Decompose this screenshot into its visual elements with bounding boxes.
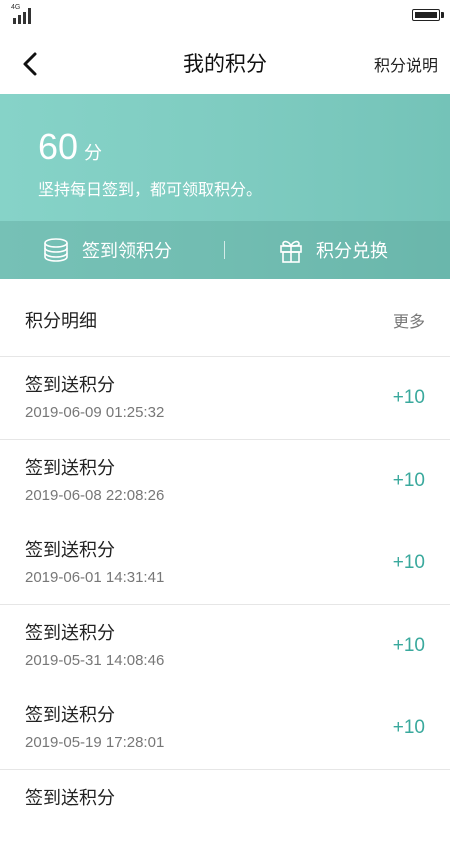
record-time: 2019-05-19 17:28:01 xyxy=(25,734,165,751)
points-help-link[interactable]: 积分说明 xyxy=(374,52,438,76)
points-exchange-button[interactable]: 积分兑换 xyxy=(278,221,388,279)
points-unit: 分 xyxy=(84,143,103,164)
points-tagline: 坚持每日签到，都可领取积分。 xyxy=(38,180,263,199)
record-title: 签到送积分 xyxy=(25,623,115,644)
signal-icon xyxy=(13,8,31,24)
record-title: 签到送积分 xyxy=(25,375,115,396)
record-amount: +10 xyxy=(392,552,425,573)
points-record-row[interactable]: 签到送积分 2019-05-19 17:28:01 +10 xyxy=(0,687,450,770)
record-amount: +10 xyxy=(392,470,425,491)
points-record-row[interactable]: 签到送积分 2019-06-09 01:25:32 +10 xyxy=(0,357,450,440)
points-exchange-label: 积分兑换 xyxy=(316,241,388,262)
record-time: 2019-06-09 01:25:32 xyxy=(25,404,165,421)
battery-tip xyxy=(441,12,444,18)
sign-in-points-label: 签到领积分 xyxy=(82,241,172,262)
record-amount: +10 xyxy=(392,387,425,408)
coins-stack-icon xyxy=(44,238,68,262)
record-title: 签到送积分 xyxy=(25,540,115,561)
points-actions: 签到领积分 积分兑换 xyxy=(0,221,450,279)
record-title: 签到送积分 xyxy=(25,788,115,809)
status-bar: 4G xyxy=(0,0,450,34)
points-record-row[interactable]: 签到送积分 2019-05-31 14:08:46 +10 xyxy=(0,605,450,688)
points-record-row[interactable]: 签到送积分 2019-06-08 22:08:26 +10 xyxy=(0,440,450,523)
battery-icon xyxy=(412,9,440,21)
points-value: 60 xyxy=(38,126,79,167)
points-record-row[interactable]: 签到送积分 2019-06-01 14:31:41 +10 xyxy=(0,522,450,605)
points-header: 60 分 坚持每日签到，都可领取积分。 签到领积分 积分兑换 xyxy=(0,94,450,279)
record-title: 签到送积分 xyxy=(25,458,115,479)
record-time: 2019-06-08 22:08:26 xyxy=(25,487,165,504)
gift-icon xyxy=(280,240,302,263)
record-amount: +10 xyxy=(392,635,425,656)
record-title: 签到送积分 xyxy=(25,705,115,726)
points-detail-header: 积分明细 更多 xyxy=(0,279,450,357)
points-record-row[interactable]: 签到送积分 xyxy=(0,770,450,853)
record-time: 2019-06-01 14:31:41 xyxy=(25,569,165,586)
sign-in-points-button[interactable]: 签到领积分 xyxy=(42,221,172,279)
section-title: 积分明细 xyxy=(25,311,97,332)
record-time: 2019-05-31 14:08:46 xyxy=(25,652,165,669)
nav-bar: 我的积分 积分说明 xyxy=(0,34,450,94)
points-summary: 60 分 xyxy=(38,126,102,168)
more-link[interactable]: 更多 xyxy=(393,308,425,332)
record-amount: +10 xyxy=(392,717,425,738)
actions-divider xyxy=(224,241,225,259)
